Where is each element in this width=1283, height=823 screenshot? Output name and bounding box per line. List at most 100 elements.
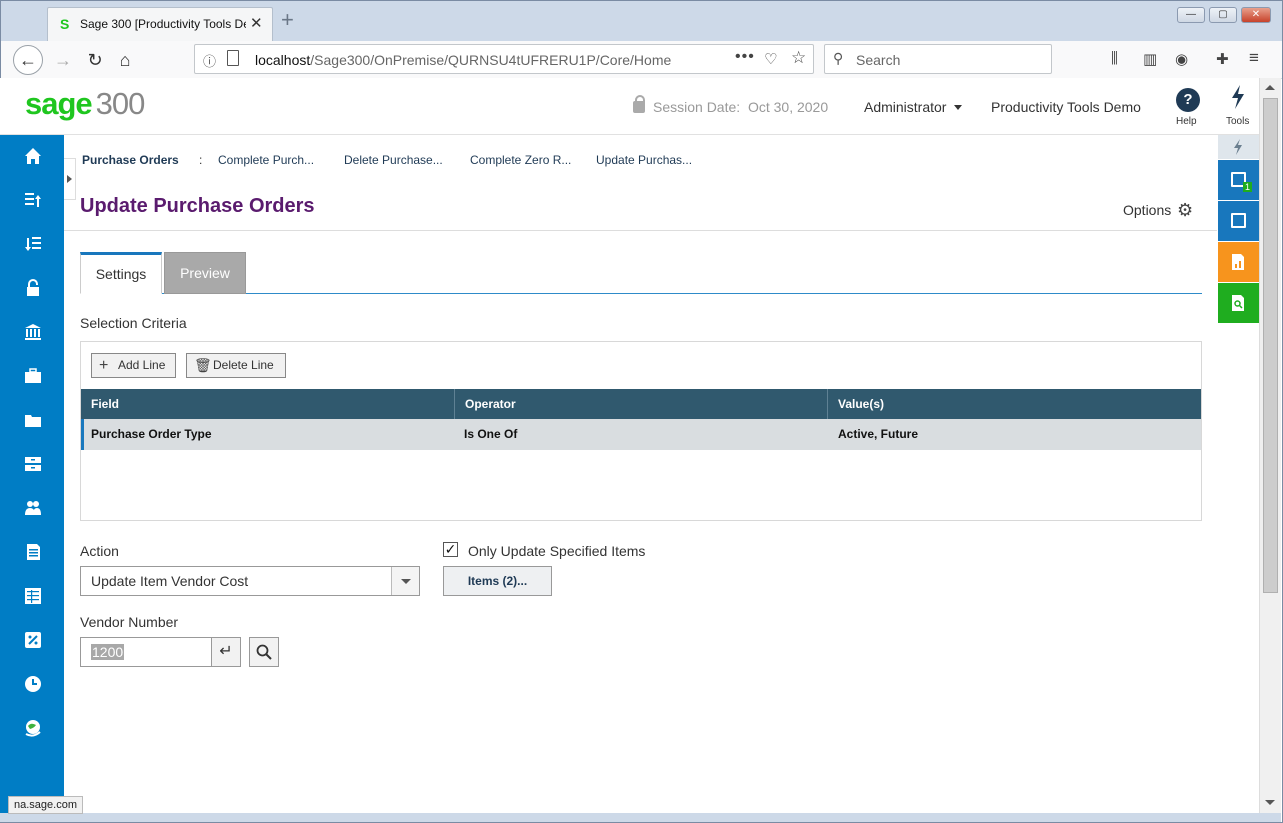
rp-report[interactable] [1218, 242, 1259, 282]
row-field[interactable]: Purchase Order Type [91, 419, 212, 450]
session-date: Session Date: Oct 30, 2020 [633, 95, 828, 115]
user-menu[interactable]: Administrator [864, 99, 963, 115]
row-operator[interactable]: Is One Of [464, 419, 517, 450]
forward-icon[interactable]: → [49, 46, 77, 74]
account-icon[interactable]: ◉ [1175, 50, 1188, 68]
tab-bar: Settings Preview [80, 252, 1202, 294]
gift-icon[interactable]: ✚ [1216, 50, 1229, 68]
page-scrollbar[interactable] [1259, 78, 1281, 813]
sage-favicon-icon: S [60, 16, 70, 32]
site-info-icon[interactable]: ⓘ [203, 51, 216, 70]
criteria-grid: + Add Line 🗑 Delete Line Field Operator Va… [80, 341, 1202, 521]
column-header-values[interactable]: Value(s) [828, 389, 1201, 419]
gear-icon[interactable]: ⚙ [1177, 200, 1193, 221]
expand-panel-toggle[interactable] [64, 158, 76, 200]
nav-payables[interactable] [0, 179, 64, 223]
sage-app: sage 300 Session Date: Oct 30, 2020 Admin… [0, 78, 1259, 813]
breadcrumb-item-update-purchase[interactable]: Update Purchas... [596, 153, 692, 167]
close-tab-icon[interactable]: ✕ [250, 14, 263, 32]
nav-globe[interactable] [0, 707, 64, 751]
trash-icon: 🗑 [194, 357, 212, 373]
action-select[interactable]: Update Item Vendor Cost [80, 566, 420, 596]
scroll-up-icon[interactable] [1265, 85, 1275, 90]
url-text: localhost/Sage300/OnPremise/QURNSU4tUFRE… [255, 52, 672, 68]
vendor-number-value: 1200 [91, 644, 125, 660]
rp-tools-toggle[interactable] [1218, 135, 1259, 159]
add-line-button[interactable]: + Add Line [91, 353, 176, 378]
rp-inquiry[interactable] [1218, 283, 1259, 323]
only-update-checkbox[interactable]: ✓ [443, 542, 458, 557]
breadcrumb-item-delete-purchase[interactable]: Delete Purchase... [344, 153, 443, 167]
sage-logo: sage 300 [25, 86, 145, 121]
library-icon[interactable]: ⫼ [1111, 50, 1118, 67]
document-search-icon [1232, 295, 1244, 311]
nav-files[interactable] [0, 399, 64, 443]
help-label[interactable]: Help [1176, 116, 1197, 127]
tools-lightning-icon[interactable] [1229, 85, 1247, 115]
nav-history[interactable] [0, 663, 64, 707]
scrollbar-thumb[interactable] [1263, 98, 1278, 593]
nav-security[interactable] [0, 267, 64, 311]
breadcrumb-item-complete-zero[interactable]: Complete Zero R... [470, 153, 571, 167]
column-header-operator[interactable]: Operator [455, 389, 828, 419]
tab-settings[interactable]: Settings [80, 252, 162, 294]
breadcrumb-root[interactable]: Purchase Orders [82, 153, 179, 167]
table-row[interactable]: Purchase Order Type Is One Of Active, Fu… [81, 419, 1201, 450]
tab-preview[interactable]: Preview [164, 252, 246, 294]
menu-icon[interactable]: ≡ [1249, 48, 1259, 68]
right-panel: 1 [1218, 135, 1259, 813]
nav-ledger[interactable] [0, 575, 64, 619]
scroll-down-icon[interactable] [1265, 800, 1275, 805]
pocket-icon[interactable]: ♡ [764, 50, 777, 68]
breadcrumb-item-complete-purchase[interactable]: Complete Purch... [218, 153, 314, 167]
items-button[interactable]: Items (2)... [443, 566, 552, 596]
maximize-button[interactable]: ▢ [1209, 7, 1237, 23]
nav-bank[interactable] [0, 311, 64, 355]
vendor-search-button[interactable] [249, 637, 279, 667]
new-tab-icon[interactable]: + [281, 7, 294, 33]
table-icon [25, 588, 41, 604]
tab-strip: S Sage 300 [Productivity Tools De ✕ + — … [1, 1, 1282, 41]
action-label: Action [80, 543, 119, 559]
reload-icon[interactable]: ↻ [81, 46, 109, 74]
search-icon: ⚲ [833, 50, 844, 66]
nav-home[interactable] [0, 135, 64, 179]
drawers-icon [25, 457, 41, 471]
row-values[interactable]: Active, Future [838, 419, 918, 450]
back-icon[interactable]: ← [13, 45, 43, 75]
home-icon[interactable]: ⌂ [111, 46, 139, 74]
rp-schedule[interactable] [1218, 201, 1259, 241]
options-link[interactable]: Options [1123, 202, 1171, 218]
plus-icon: + [99, 357, 109, 374]
minimize-button[interactable]: — [1177, 7, 1205, 23]
chevron-down-icon [954, 105, 963, 110]
nav-business[interactable] [0, 355, 64, 399]
delete-line-button[interactable]: 🗑 Delete Line [186, 353, 286, 378]
tab-title: Sage 300 [Productivity Tools De [80, 17, 246, 31]
page-actions-icon[interactable]: ••• [735, 48, 755, 66]
nav-receivables[interactable] [0, 223, 64, 267]
chevron-down-icon[interactable] [391, 567, 419, 595]
enter-icon[interactable]: ↵ [211, 637, 241, 667]
search-input[interactable]: ⚲ Search [824, 44, 1052, 74]
browser-tab[interactable]: S Sage 300 [Productivity Tools De ✕ [47, 7, 273, 41]
bookmark-star-icon[interactable]: ☆ [791, 48, 806, 68]
globe-icon [25, 720, 41, 737]
report-chart-icon [1232, 254, 1244, 270]
divider [64, 230, 1217, 231]
close-window-button[interactable]: ✕ [1241, 7, 1271, 23]
vendor-number-field[interactable]: 1200 [80, 637, 212, 667]
nav-orders[interactable] [0, 531, 64, 575]
sidebar-icon[interactable]: ▥ [1143, 50, 1157, 68]
users-icon [25, 501, 41, 515]
tools-label[interactable]: Tools [1226, 116, 1249, 127]
only-update-label[interactable]: Only Update Specified Items [468, 543, 645, 559]
nav-inventory[interactable] [0, 443, 64, 487]
url-bar[interactable]: ⓘ localhost/Sage300/OnPremise/QURNSU4tUF… [194, 44, 814, 74]
folder-icon [25, 415, 41, 427]
nav-customers[interactable] [0, 487, 64, 531]
column-header-field[interactable]: Field [81, 389, 455, 419]
rp-windows[interactable]: 1 [1218, 160, 1259, 200]
nav-tax[interactable] [0, 619, 64, 663]
help-icon[interactable]: ? [1176, 88, 1200, 112]
